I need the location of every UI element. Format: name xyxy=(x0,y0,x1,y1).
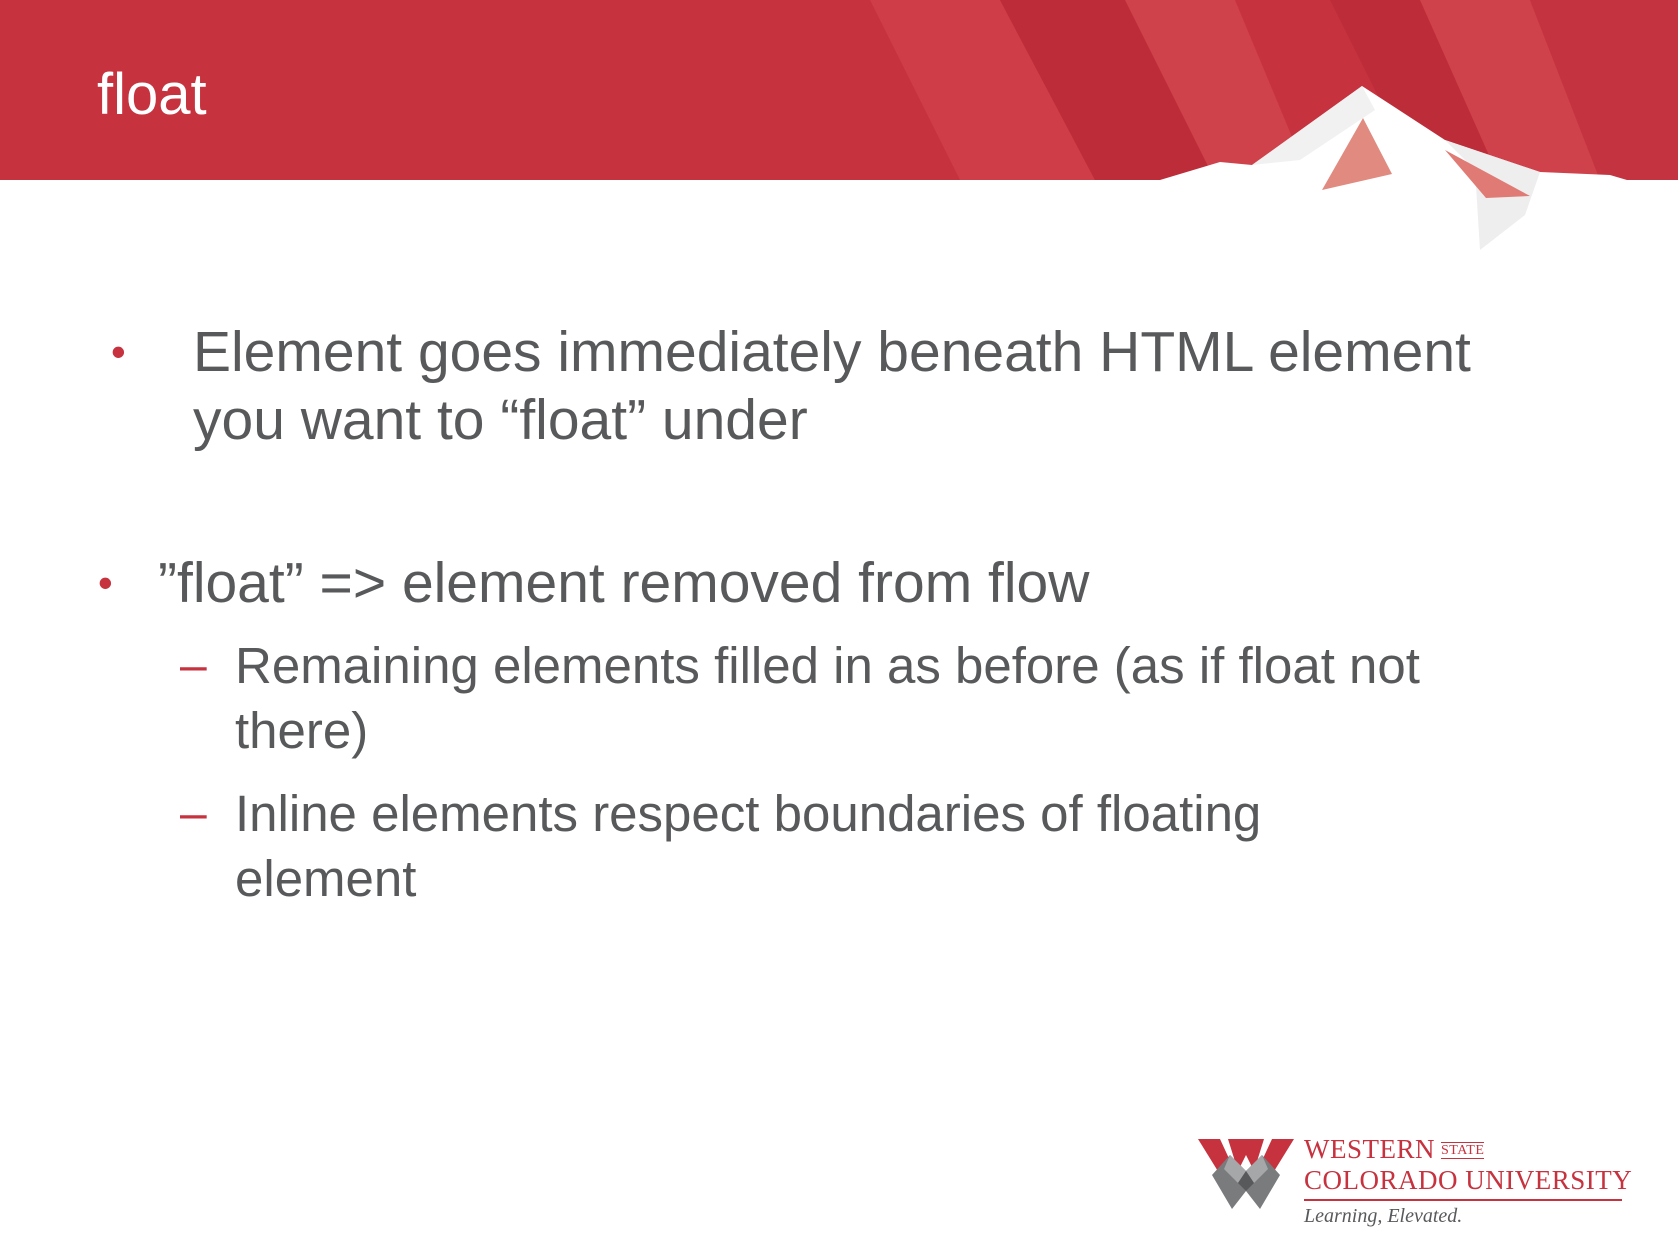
sub-bullet-1-line-1: Remaining elements filled in as before (… xyxy=(235,637,1420,694)
sub-bullet-2-marker: – xyxy=(180,787,207,840)
slide-title: float xyxy=(97,62,207,127)
logo-western: WESTERN xyxy=(1304,1134,1435,1164)
bullet-2-marker: • xyxy=(98,559,113,606)
bullet-1-line-2: you want to “float” under xyxy=(193,388,808,452)
header-banner xyxy=(0,0,1678,260)
sub-bullet-2-line-1: Inline elements respect boundaries of fl… xyxy=(235,785,1262,842)
logo-tagline: Learning, Elevated. xyxy=(1304,1205,1463,1227)
w-mountain-logo-icon xyxy=(1198,1139,1294,1209)
logo-state: STATE xyxy=(1441,1142,1485,1159)
sub-bullet-1-line-2: there) xyxy=(235,702,369,759)
slide: float • Element goes immediately beneath… xyxy=(0,0,1678,1260)
sub-bullet-2-line-2: element xyxy=(235,850,417,907)
logo-wordmark-line-1: WESTERN STATE xyxy=(1304,1133,1485,1167)
bullet-1-line-1: Element goes immediately beneath HTML el… xyxy=(193,320,1471,384)
university-logo: WESTERN STATE COLORADO UNIVERSITY Learnin… xyxy=(1190,1125,1633,1235)
logo-divider xyxy=(1304,1199,1622,1201)
bullet-2-line-1: ”float” => element removed from flow xyxy=(158,551,1090,615)
logo-wordmark-line-2: COLORADO UNIVERSITY xyxy=(1304,1165,1633,1195)
sub-bullet-1-marker: – xyxy=(180,639,207,692)
bullet-1-marker: • xyxy=(111,328,126,375)
